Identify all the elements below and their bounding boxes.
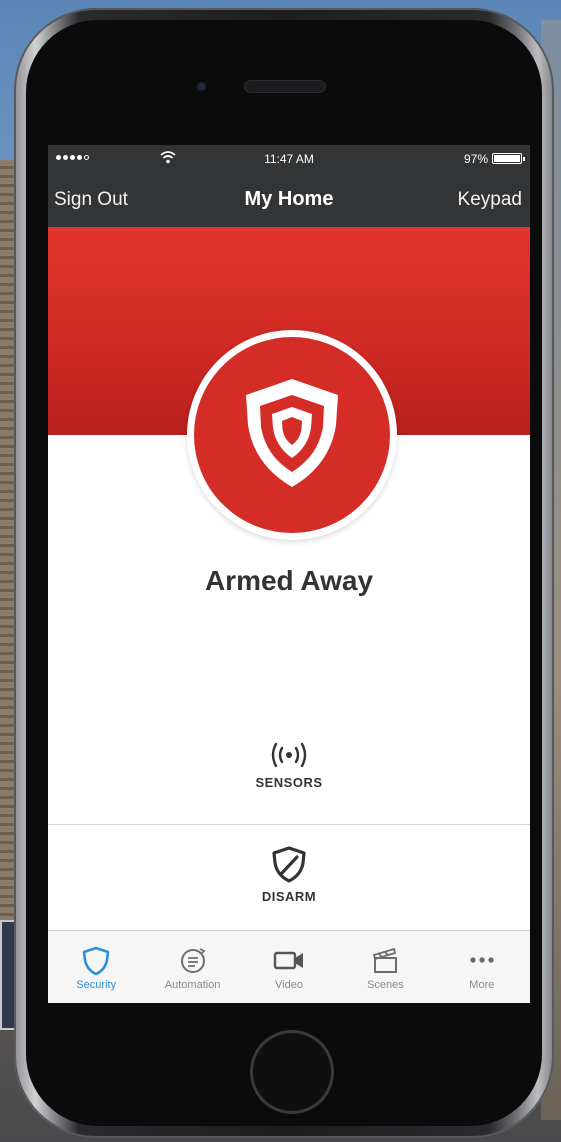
tab-bar: Security Automation Video Scenes More xyxy=(48,930,530,1003)
shield-slash-icon xyxy=(48,845,530,883)
tab-security[interactable]: Security xyxy=(48,931,144,1003)
status-time: 11:47 AM xyxy=(264,152,314,166)
sensor-signal-icon xyxy=(48,741,530,769)
sensors-label: SENSORS xyxy=(255,775,323,790)
home-button[interactable] xyxy=(250,1030,334,1114)
earpiece-speaker xyxy=(244,80,326,93)
video-camera-icon xyxy=(241,945,337,977)
disarm-button[interactable]: DISARM xyxy=(48,845,530,904)
tab-label: Video xyxy=(275,979,303,991)
more-dots-icon xyxy=(434,945,530,977)
tab-video[interactable]: Video xyxy=(241,931,337,1003)
tab-automation[interactable]: Automation xyxy=(144,931,240,1003)
security-status-badge[interactable] xyxy=(187,330,397,540)
security-status-text: Armed Away xyxy=(204,565,374,596)
tab-label: Security xyxy=(76,979,117,991)
battery-percent: 97% xyxy=(463,152,488,166)
keypad-button[interactable]: Keypad xyxy=(458,189,522,211)
disarm-label: DISARM xyxy=(261,889,317,904)
automation-icon xyxy=(144,945,240,977)
status-bar: 11:47 AM 97% xyxy=(48,145,530,173)
tab-label: More xyxy=(469,979,495,991)
app-screen: 11:47 AM 97% Sign Out My Home Keypad Arm… xyxy=(48,145,530,1003)
nav-bar: Sign Out My Home Keypad xyxy=(48,173,530,227)
shield-icon xyxy=(238,373,346,498)
sensors-button[interactable]: SENSORS xyxy=(48,741,530,790)
clapperboard-icon xyxy=(337,945,433,977)
battery-icon xyxy=(492,153,525,164)
tab-label: Scenes xyxy=(367,979,404,991)
shield-icon xyxy=(48,945,144,977)
action-divider xyxy=(48,824,530,825)
tab-label: Automation xyxy=(164,979,221,991)
tab-more[interactable]: More xyxy=(434,931,530,1003)
tab-scenes[interactable]: Scenes xyxy=(337,931,433,1003)
front-camera xyxy=(198,83,205,90)
